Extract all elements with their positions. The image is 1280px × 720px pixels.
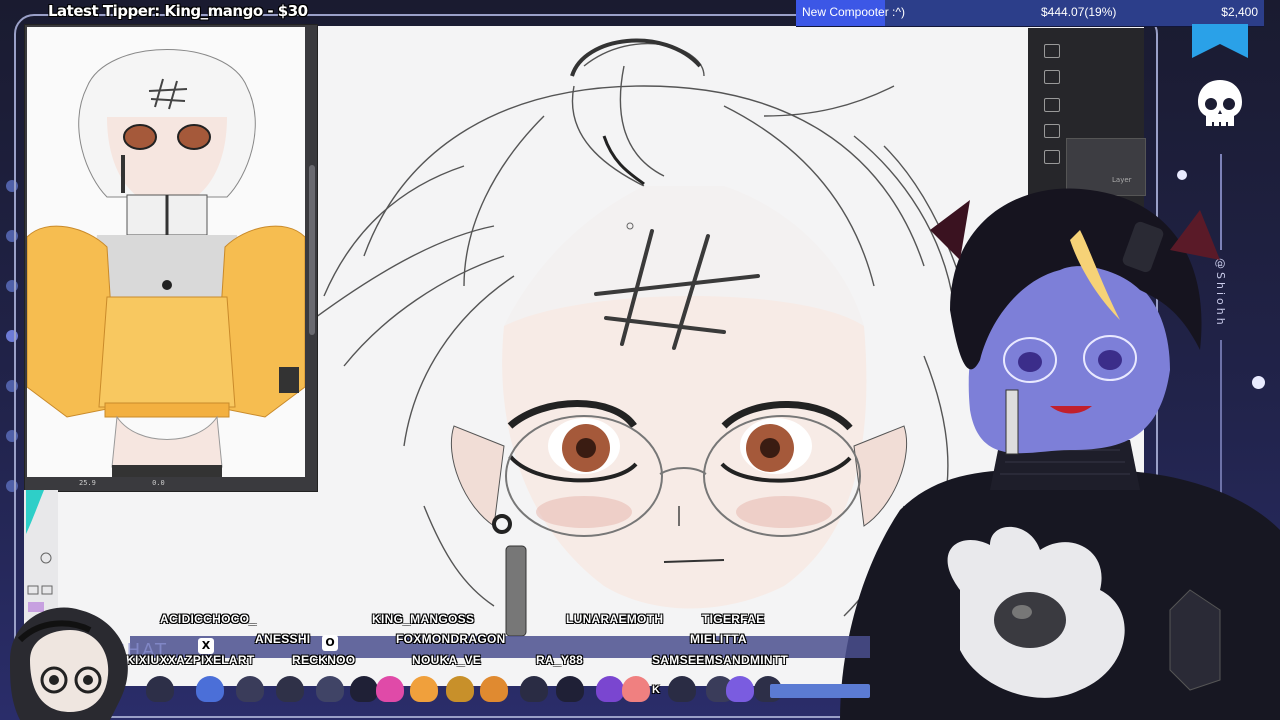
- critter-avatar: [146, 676, 174, 702]
- chatter-critters-row: [126, 676, 846, 720]
- stream-overlay: 25.9 0.0 Layer Latest Tipper: King_mango…: [0, 0, 1280, 720]
- critter-avatar: [316, 676, 344, 702]
- critter-avatar: [410, 676, 438, 702]
- bottom-accent-bar: [770, 684, 870, 698]
- latest-tipper: Latest Tipper: King_mango - $30: [48, 2, 308, 20]
- donation-goal-bar: New Compooter :^) $444.07(19%) $2,400: [796, 0, 1264, 27]
- critter-avatar: [556, 676, 584, 702]
- bookmark-icon: [1192, 24, 1248, 58]
- chatter-name: NOUKA_VE: [412, 653, 482, 667]
- critter-avatar: [480, 676, 508, 702]
- chatter-name: ANESSHI: [255, 632, 311, 646]
- chatter-name: SAMSEEMSANDMINTT: [652, 653, 789, 667]
- key-hint-x: X: [198, 638, 214, 654]
- critter-avatar: [622, 676, 650, 702]
- critter-avatar: [376, 676, 404, 702]
- critter-avatar: [446, 676, 474, 702]
- goal-name: New Compooter :^): [802, 5, 905, 19]
- critter-avatar: [596, 676, 624, 702]
- chatter-name: RECKNOO: [292, 653, 356, 667]
- critter-avatar: [350, 676, 378, 702]
- critter-avatar: [236, 676, 264, 702]
- critter-avatar: [520, 676, 548, 702]
- vtuber-avatar: [840, 188, 1280, 720]
- key-hint-o: O: [322, 635, 338, 651]
- chatter-name: KING_MANGOSS: [372, 612, 475, 626]
- chatter-name: LUNARAEMOTH: [566, 612, 664, 626]
- goal-current: $444.07(19%): [1041, 5, 1117, 19]
- critter-avatar: [668, 676, 696, 702]
- chatter-name: MIELITTA: [690, 632, 747, 646]
- chatter-name: RA_Y88: [536, 653, 584, 667]
- skull-icon: [1198, 80, 1242, 128]
- critter-avatar: [276, 676, 304, 702]
- goal-target: $2,400: [1221, 5, 1258, 19]
- chatter-name: FOXMONDRAGON: [396, 632, 506, 646]
- chatter-name: ACIDICCHOCO_: [160, 612, 257, 626]
- critter-avatar: [726, 676, 754, 702]
- critter-avatar: [196, 676, 224, 702]
- chibi-avatar: [10, 607, 128, 720]
- chatter-name: KIXIUXXAZPIXELART: [126, 653, 255, 667]
- chatter-name: TIGERFAE: [702, 612, 765, 626]
